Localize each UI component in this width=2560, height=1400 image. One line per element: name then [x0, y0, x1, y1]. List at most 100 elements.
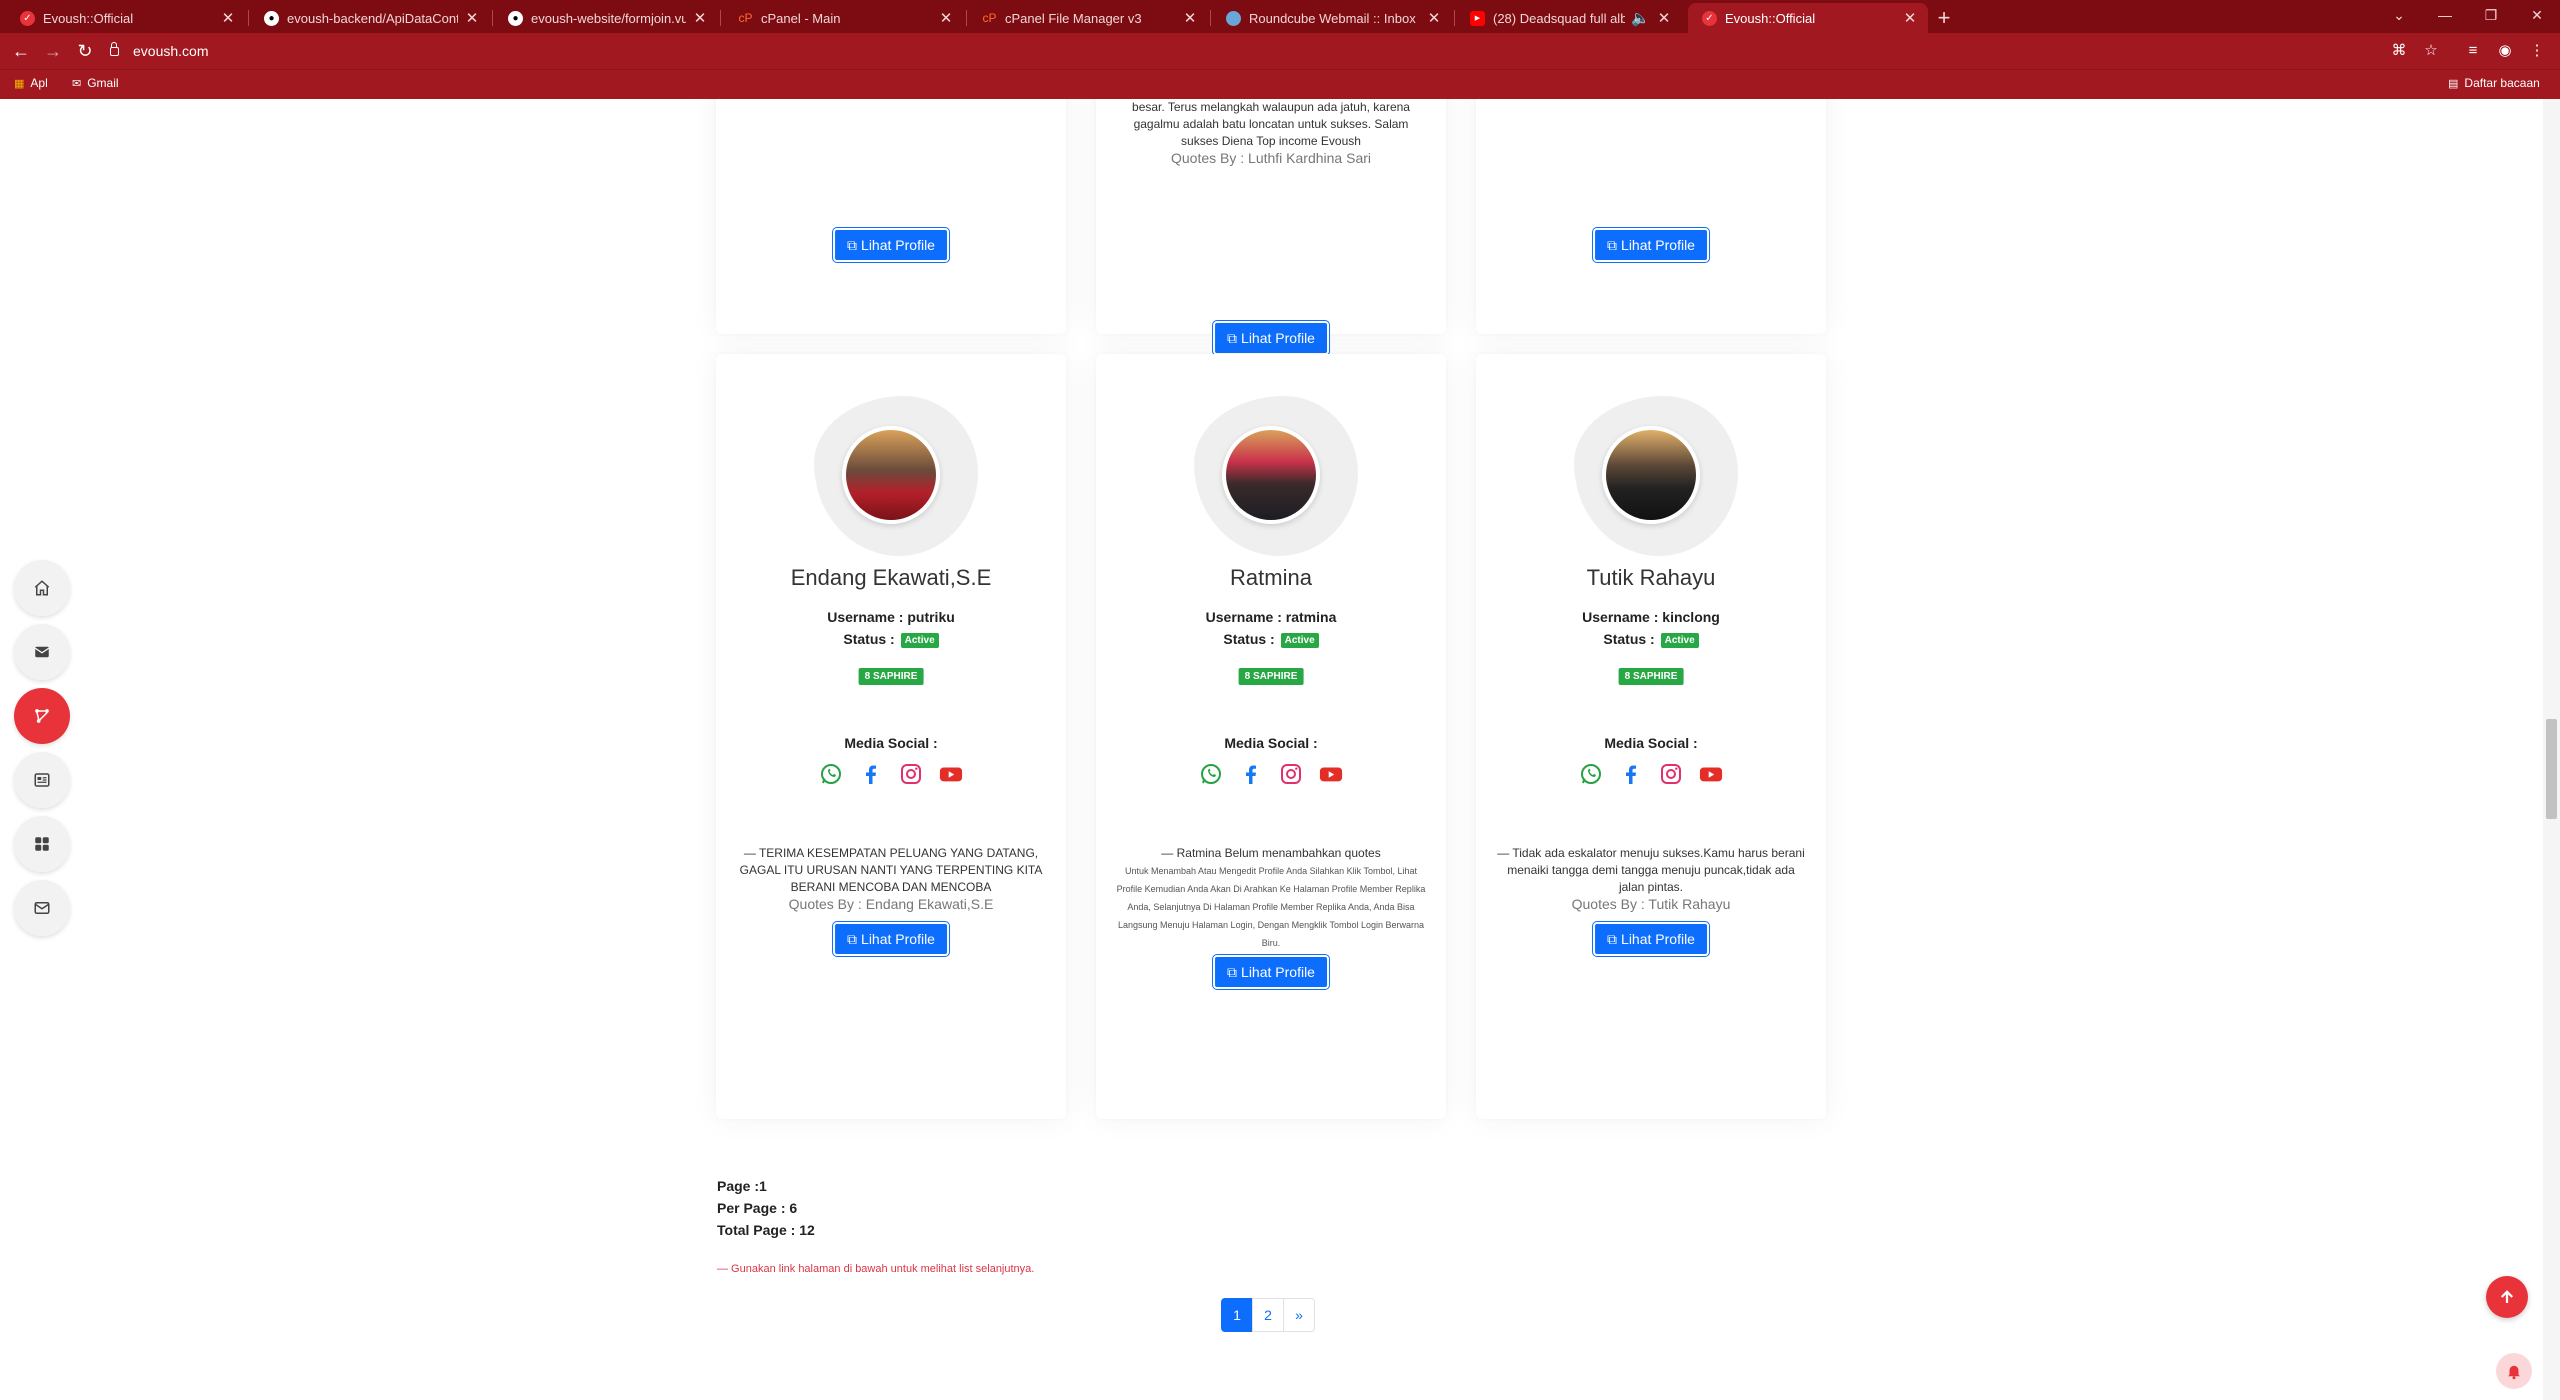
browser-tab[interactable]: cP cPanel - Main ✕: [724, 3, 964, 33]
media-social-label: Media Social :: [1224, 735, 1318, 751]
member-card: ⧉ Lihat Profile: [1476, 99, 1826, 334]
close-icon[interactable]: ✕: [1656, 9, 1672, 27]
browser-tab[interactable]: Roundcube Webmail :: Inbox ✕: [1212, 3, 1452, 33]
minimize-icon[interactable]: —: [2422, 0, 2468, 33]
browser-tab-active[interactable]: ✓ Evoush::Official ✕: [1688, 3, 1928, 33]
apps-grid-icon: ▦: [14, 77, 25, 90]
media-social-label: Media Social :: [1604, 735, 1698, 751]
social-links: [716, 762, 1066, 786]
lihat-profile-button[interactable]: ⧉ Lihat Profile: [1213, 955, 1329, 989]
member-status: Status : Active: [716, 631, 1066, 648]
page-link-2[interactable]: 2: [1252, 1298, 1284, 1332]
media-icon[interactable]: ≡: [2462, 40, 2484, 62]
reading-list[interactable]: ▤ Daftar bacaan: [2448, 76, 2540, 90]
reload-icon[interactable]: ↻: [72, 38, 98, 64]
member-quote: — Tidak ada eskalator menuju sukses.Kamu…: [1497, 846, 1805, 912]
notification-bell-button[interactable]: [2496, 1353, 2532, 1389]
close-icon[interactable]: ✕: [938, 9, 954, 27]
menu-icon[interactable]: ⋮: [2526, 40, 2548, 62]
page-next[interactable]: »: [1283, 1298, 1315, 1332]
tab-search-icon[interactable]: ⌄: [2376, 0, 2422, 33]
member-name: Ratmina: [1230, 565, 1312, 590]
speaker-icon[interactable]: 🔈: [1631, 9, 1650, 27]
close-icon[interactable]: ✕: [1182, 9, 1198, 27]
roundcube-icon: [1226, 10, 1241, 26]
page-content: ⧉ Lihat Profile besar. Terus melangkah w…: [0, 99, 2560, 1400]
status-badge: Active: [900, 632, 939, 648]
avatar: [842, 426, 940, 524]
youtube-icon[interactable]: [939, 762, 963, 786]
youtube-icon[interactable]: [1319, 762, 1343, 786]
mail-icon: [34, 646, 50, 658]
browser-tabstrip: ✓ Evoush::Official ✕ ● evoush-backend/Ap…: [0, 0, 2560, 33]
github-icon: ●: [508, 10, 523, 26]
member-name: Endang Ekawati,S.E: [790, 565, 992, 590]
news-icon: [34, 773, 50, 787]
bookmark-gmail[interactable]: ✉ Gmail: [72, 76, 119, 90]
sidebar-apps[interactable]: [14, 816, 70, 872]
evoush-icon: ✓: [1702, 10, 1717, 26]
instagram-icon[interactable]: [1659, 762, 1683, 786]
member-card: Tutik Rahayu Username : kinclong Status …: [1476, 354, 1826, 1119]
close-icon[interactable]: ✕: [692, 9, 708, 27]
lihat-profile-button[interactable]: ⧉ Lihat Profile: [833, 922, 949, 956]
evoush-icon: ✓: [20, 10, 35, 26]
sidebar-home[interactable]: [14, 560, 70, 616]
sidebar-mail[interactable]: [14, 624, 70, 680]
external-link-icon: ⧉: [1227, 329, 1238, 346]
whatsapp-icon[interactable]: [819, 762, 843, 786]
instagram-icon[interactable]: [1279, 762, 1303, 786]
translate-icon[interactable]: ⌘: [2388, 40, 2410, 62]
browser-tab[interactable]: cP cPanel File Manager v3 ✕: [968, 3, 1208, 33]
whatsapp-icon[interactable]: [1579, 762, 1603, 786]
sidebar-network[interactable]: [14, 688, 70, 744]
member-quote: besar. Terus melangkah walaupun ada jatu…: [1132, 100, 1410, 166]
facebook-icon[interactable]: [1619, 762, 1643, 786]
social-links: [1476, 762, 1826, 786]
youtube-icon[interactable]: [1699, 762, 1723, 786]
profile-icon[interactable]: ◉: [2494, 40, 2516, 62]
rank-badge: 8 SAPHIRE: [1238, 668, 1304, 685]
close-icon[interactable]: ✕: [220, 9, 236, 27]
github-icon: ●: [264, 10, 279, 26]
page-number: Page :1: [717, 1178, 767, 1194]
sidebar-news[interactable]: [14, 752, 70, 808]
lihat-profile-button[interactable]: ⧉ Lihat Profile: [1213, 321, 1329, 355]
lihat-profile-button[interactable]: ⧉ Lihat Profile: [1593, 228, 1709, 262]
quote-note: Untuk Menambah Atau Mengedit Profile And…: [1116, 866, 1426, 948]
external-link-icon: ⧉: [847, 930, 858, 947]
scroll-to-top-button[interactable]: [2486, 1276, 2528, 1318]
close-icon[interactable]: ✕: [1902, 9, 1918, 27]
facebook-icon[interactable]: [1239, 762, 1263, 786]
forward-icon[interactable]: →: [40, 38, 66, 64]
sidebar-inbox[interactable]: [14, 880, 70, 936]
lihat-profile-button[interactable]: ⧉ Lihat Profile: [1593, 922, 1709, 956]
whatsapp-icon[interactable]: [1199, 762, 1223, 786]
back-icon[interactable]: ←: [8, 38, 34, 64]
browser-tab[interactable]: ▶ (28) Deadsquad full album 🔈 ✕: [1456, 3, 1682, 33]
new-tab-button[interactable]: +: [1930, 4, 1958, 32]
facebook-icon[interactable]: [859, 762, 883, 786]
external-link-icon: ⧉: [1607, 236, 1618, 253]
browser-tab[interactable]: ● evoush-backend/ApiDataController ✕: [250, 3, 490, 33]
home-icon: [34, 580, 50, 596]
page-link-1[interactable]: 1: [1221, 1298, 1253, 1332]
restore-icon[interactable]: ❐: [2468, 0, 2514, 33]
member-name: Tutik Rahayu: [1586, 565, 1716, 590]
reading-list-icon: ▤: [2448, 77, 2459, 90]
close-icon[interactable]: ✕: [464, 9, 480, 27]
instagram-icon[interactable]: [899, 762, 923, 786]
close-icon[interactable]: ✕: [1426, 9, 1442, 27]
close-window-icon[interactable]: ✕: [2514, 0, 2560, 33]
member-card: ⧉ Lihat Profile: [716, 99, 1066, 334]
scrollbar-thumb[interactable]: [2546, 719, 2557, 819]
avatar: [1222, 426, 1320, 524]
browser-tab[interactable]: ✓ Evoush::Official ✕: [6, 3, 246, 33]
address-bar[interactable]: evoush.com: [110, 40, 208, 62]
lihat-profile-button[interactable]: ⧉ Lihat Profile: [833, 228, 949, 262]
bookmark-apps[interactable]: ▦ Apl: [14, 76, 48, 90]
browser-tab[interactable]: ● evoush-website/formjoin.vue at ✕: [494, 3, 718, 33]
member-card: Endang Ekawati,S.E Username : putriku St…: [716, 354, 1066, 1119]
star-icon[interactable]: ☆: [2420, 40, 2442, 62]
lock-icon: [110, 41, 119, 56]
